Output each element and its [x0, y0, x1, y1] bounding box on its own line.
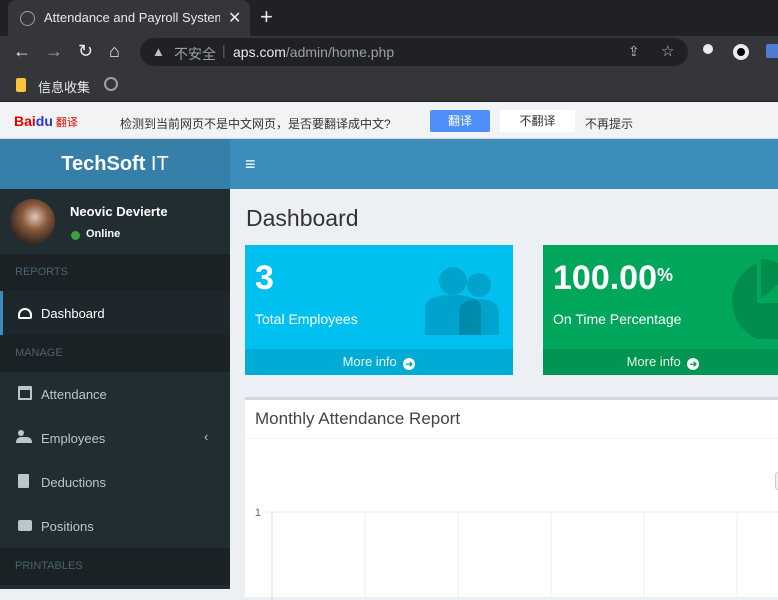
- sidebar-item-label: Employees: [41, 431, 106, 446]
- file-icon: [18, 474, 29, 488]
- bookmark-icon: [16, 78, 26, 92]
- calendar-icon: [18, 386, 32, 400]
- no-translate-button[interactable]: 不翻译: [500, 110, 575, 132]
- stat-value: 3: [255, 259, 274, 297]
- sidebar: Neovic Devierte Online REPORTS Dashboard…: [0, 189, 230, 589]
- sidebar-item-employees[interactable]: Employees ‹: [0, 416, 230, 460]
- separator: |: [222, 42, 226, 58]
- dashboard-icon: [18, 308, 32, 319]
- main-content: Dashboard 3 Total Employees More info ➜ …: [230, 189, 778, 600]
- no-remind-link[interactable]: 不再提示: [585, 115, 633, 132]
- pie-chart-icon: [732, 259, 778, 339]
- report-title: Monthly Attendance Report: [255, 409, 461, 428]
- forward-button[interactable]: →: [45, 41, 63, 62]
- divider: [245, 438, 778, 439]
- sidebar-header-reports: REPORTS: [0, 254, 230, 291]
- baidu-logo: Baidu 翻译: [14, 113, 78, 129]
- app-logo[interactable]: TechSoft IT: [0, 139, 230, 189]
- translate-message: 检测到当前网页不是中文网页，是否要翻译成中文?: [120, 117, 391, 131]
- browser-tab[interactable]: Attendance and Payroll System ✕: [8, 0, 250, 36]
- users-icon: [16, 430, 32, 444]
- stat-caption: Total Employees: [255, 311, 358, 327]
- page-title: Dashboard: [246, 205, 359, 231]
- reload-button[interactable]: ↻: [78, 41, 93, 62]
- arrow-circle-right-icon: ➜: [403, 358, 416, 370]
- sidebar-header-manage: MANAGE: [0, 335, 230, 372]
- avatar: [10, 199, 55, 244]
- security-label: 不安全: [174, 46, 216, 62]
- sidebar-header-printables: PRINTABLES: [0, 548, 230, 585]
- online-status-icon: [71, 231, 80, 240]
- extension-icon[interactable]: [703, 44, 713, 54]
- monthly-attendance-report: Monthly Attendance Report 1: [245, 397, 778, 600]
- stat-caption: On Time Percentage: [553, 311, 682, 327]
- more-info-link[interactable]: More info ➜: [543, 349, 778, 375]
- user-name: Neovic Devierte: [70, 204, 168, 219]
- sidebar-item-positions[interactable]: Positions: [0, 504, 230, 548]
- more-info-link[interactable]: More info ➜: [245, 349, 513, 375]
- translate-bar: Baidu 翻译 检测到当前网页不是中文网页，是否要翻译成中文? 翻译 不翻译 不…: [0, 103, 778, 139]
- globe-icon[interactable]: [104, 77, 118, 91]
- share-icon[interactable]: ⇪: [628, 43, 640, 60]
- menu-toggle-icon[interactable]: ≡: [245, 154, 256, 175]
- close-tab-icon[interactable]: ✕: [228, 8, 241, 28]
- sidebar-item-label: Positions: [41, 519, 94, 534]
- top-navbar: ≡: [230, 139, 778, 189]
- sidebar-item-label: Attendance: [41, 387, 107, 402]
- briefcase-icon: [18, 520, 32, 531]
- sidebar-item-deductions[interactable]: Deductions: [0, 460, 230, 504]
- stat-value: 100.00%: [553, 259, 674, 297]
- address-bar[interactable]: ▲ 不安全 | aps.com/admin/home.php ⇪ ☆: [140, 38, 688, 66]
- translate-button[interactable]: 翻译: [430, 110, 490, 132]
- home-button[interactable]: ⌂: [109, 41, 120, 62]
- attendance-chart: 1: [255, 507, 778, 600]
- chevron-left-icon[interactable]: ‹: [204, 429, 208, 444]
- sidebar-item-label: Deductions: [41, 475, 107, 490]
- stat-box-on-time-percentage: 100.00% On Time Percentage More info ➜: [543, 245, 778, 375]
- arrow-circle-right-icon: ➜: [687, 358, 700, 370]
- url-text: aps.com/admin/home.php: [233, 44, 395, 60]
- sidebar-item-attendance[interactable]: Attendance: [0, 372, 230, 416]
- user-panel: Neovic Devierte Online: [0, 189, 230, 254]
- extension-chart-icon[interactable]: [766, 44, 778, 58]
- sidebar-item-dashboard[interactable]: Dashboard: [0, 291, 230, 335]
- new-tab-button[interactable]: +: [260, 4, 273, 30]
- user-status: Online: [86, 228, 121, 240]
- warning-icon: ▲: [152, 44, 165, 59]
- stat-box-total-employees: 3 Total Employees More info ➜: [245, 245, 513, 375]
- bookmarks-bar: 信息收集: [0, 68, 778, 102]
- bookmark-item[interactable]: 信息收集: [38, 77, 90, 96]
- users-icon: [425, 267, 499, 335]
- back-button[interactable]: ←: [13, 41, 31, 62]
- tab-title: Attendance and Payroll System: [44, 10, 220, 25]
- browser-toolbar: ← → ↻ ⌂ ▲ 不安全 | aps.com/admin/home.php ⇪…: [0, 36, 778, 68]
- extension-ring-icon[interactable]: [733, 44, 749, 60]
- browser-tab-bar: Attendance and Payroll System ✕ +: [0, 0, 778, 36]
- bookmark-star-icon[interactable]: ☆: [661, 42, 674, 60]
- y-tick-label: 1: [255, 507, 261, 519]
- globe-icon: [20, 11, 35, 26]
- sidebar-item-label: Dashboard: [41, 306, 105, 321]
